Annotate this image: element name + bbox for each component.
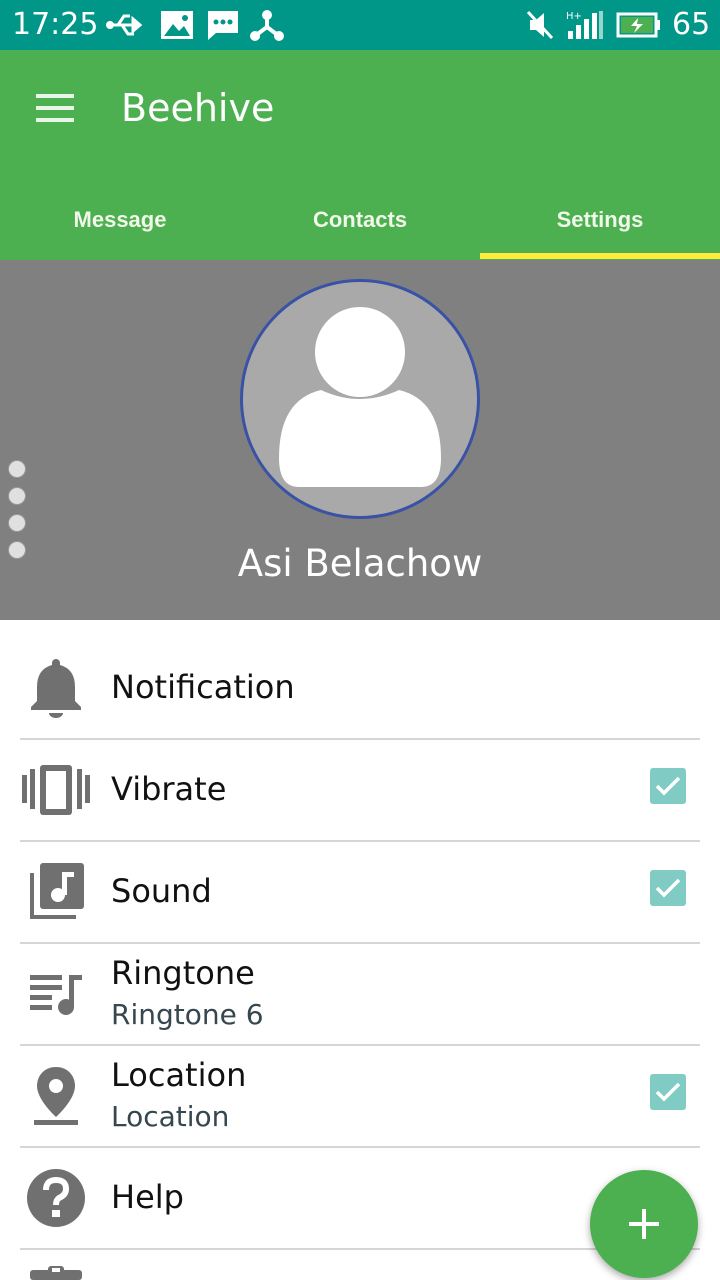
app-bar: Beehive Message Contacts Settings	[0, 50, 720, 260]
setting-vibrate[interactable]: Vibrate	[20, 740, 700, 842]
playlist-music-icon	[20, 960, 92, 1028]
setting-label: Location	[111, 1056, 247, 1094]
clipboard-icon	[28, 1264, 84, 1280]
app-title: Beehive	[121, 86, 275, 130]
vibrate-icon	[20, 756, 92, 824]
setting-label: Sound	[111, 872, 212, 910]
setting-label: Notification	[111, 668, 295, 706]
tab-contacts[interactable]: Contacts	[240, 180, 480, 260]
status-bar: 17:25 H+ 65	[0, 0, 720, 50]
signal-icon: H+	[566, 8, 604, 42]
plus-icon	[629, 1209, 659, 1239]
mute-icon	[526, 8, 554, 42]
setting-sound[interactable]: Sound	[20, 842, 700, 944]
avatar[interactable]	[240, 279, 480, 519]
battery-percent: 65	[672, 7, 711, 42]
bell-icon	[20, 654, 92, 722]
setting-ringtone[interactable]: Ringtone Ringtone 6	[20, 944, 700, 1046]
battery-charging-icon	[616, 8, 662, 42]
music-library-icon	[20, 858, 92, 926]
profile-name: Asi Belachow	[237, 542, 483, 585]
setting-notification[interactable]: Notification	[20, 638, 700, 740]
tab-message[interactable]: Message	[0, 180, 240, 260]
sound-checkbox[interactable]	[650, 870, 686, 906]
setting-label: Help	[111, 1178, 184, 1216]
share-icon	[250, 8, 284, 42]
setting-value: Ringtone 6	[111, 998, 264, 1031]
setting-location[interactable]: Location Location	[20, 1046, 700, 1148]
status-time: 17:25	[12, 7, 99, 42]
message-icon	[206, 8, 240, 42]
location-checkbox[interactable]	[650, 1074, 686, 1110]
profile-header: Asi Belachow	[0, 260, 720, 620]
location-pin-icon	[20, 1062, 92, 1130]
usb-icon	[106, 8, 148, 42]
help-icon	[20, 1164, 92, 1232]
person-icon	[279, 301, 441, 487]
svg-text:H+: H+	[566, 11, 582, 22]
image-icon	[160, 8, 194, 42]
add-button[interactable]	[590, 1170, 698, 1278]
vibrate-checkbox[interactable]	[650, 768, 686, 804]
tab-settings[interactable]: Settings	[480, 180, 720, 260]
menu-icon[interactable]	[36, 94, 76, 124]
setting-label: Ringtone	[111, 954, 255, 992]
setting-label: Vibrate	[111, 770, 227, 808]
setting-value: Location	[111, 1100, 230, 1133]
tab-indicator	[480, 253, 720, 259]
